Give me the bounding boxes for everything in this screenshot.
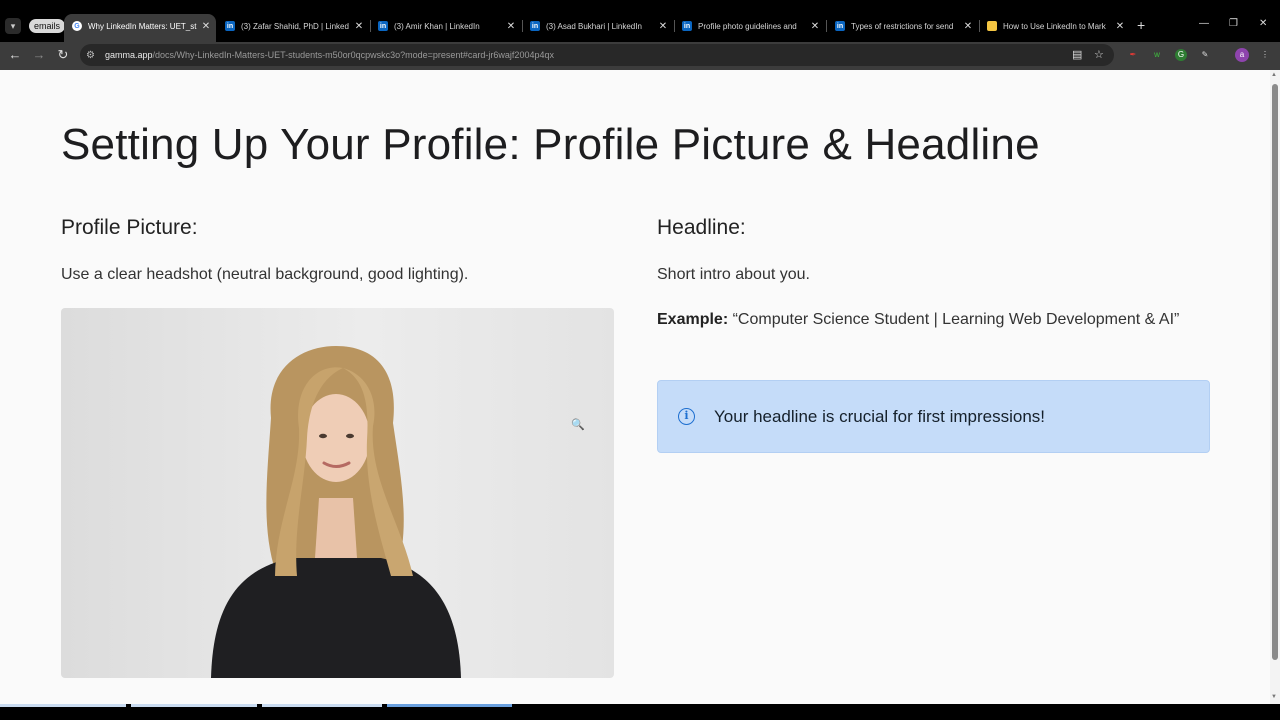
close-icon[interactable]: ✕ [1114, 21, 1126, 32]
tab-title: How to Use LinkedIn to Mark [1003, 21, 1106, 31]
close-icon[interactable]: ✕ [657, 21, 669, 32]
progress-segment[interactable] [262, 704, 382, 707]
tab-separator [979, 20, 980, 32]
tab-group-label[interactable]: emails [29, 19, 66, 33]
zoom-cursor-icon: 🔍 [571, 419, 585, 431]
close-icon[interactable]: ✕ [353, 21, 365, 32]
site-info-icon[interactable]: ⚙ [86, 50, 100, 61]
minimize-icon[interactable]: — [1199, 18, 1209, 29]
bookmark-star-icon[interactable]: ☆ [1094, 48, 1104, 61]
url-host: gamma.app [105, 50, 153, 60]
linkedin-icon: in [530, 21, 540, 31]
tab-strip: ▾ emails G Why LinkedIn Matters: UET_st … [0, 0, 1280, 44]
example-label: Example: [657, 311, 729, 328]
tab-active[interactable]: G Why LinkedIn Matters: UET_st ✕ [64, 14, 216, 44]
address-bar[interactable]: ⚙ gamma.app/docs/Why-LinkedIn-Matters-UE… [80, 44, 1114, 66]
slide-title: Setting Up Your Profile: Profile Picture… [61, 120, 1040, 169]
tab[interactable]: in (3) Amir Khan | LinkedIn ✕ [378, 16, 517, 36]
info-icon: i [678, 408, 695, 425]
tab[interactable]: in (3) Zafar Shahid, PhD | Linked ✕ [225, 16, 365, 36]
browser-toolbar: ← → ↻ ⚙ gamma.app/docs/Why-LinkedIn-Matt… [0, 42, 1280, 70]
restore-icon[interactable]: ❐ [1229, 18, 1238, 29]
progress-segment-active[interactable] [387, 704, 512, 707]
url-path: /docs/Why-LinkedIn-Matters-UET-students-… [152, 50, 554, 60]
scroll-down-icon[interactable]: ▼ [1271, 694, 1277, 700]
tab-separator [674, 20, 675, 32]
profile-picture-text: Use a clear headshot (neutral background… [61, 266, 469, 283]
headshot-photo [61, 308, 614, 678]
tab-search-icon[interactable]: ▾ [5, 18, 21, 34]
tab-title: (3) Amir Khan | LinkedIn [394, 21, 480, 31]
profile-picture-heading: Profile Picture: [61, 216, 198, 239]
scroll-up-icon[interactable]: ▲ [1271, 72, 1277, 78]
extension-w-icon[interactable]: w [1151, 49, 1163, 61]
extension-grammar-icon[interactable]: G [1175, 49, 1187, 61]
slide-progress-bar [0, 704, 1280, 720]
install-app-icon[interactable]: ▤ [1072, 48, 1082, 61]
headline-heading: Headline: [657, 216, 746, 239]
headline-text: Short intro about you. [657, 266, 810, 283]
url-text: gamma.app/docs/Why-LinkedIn-Matters-UET-… [105, 50, 554, 60]
page-scrollbar[interactable]: ▲ ▼ [1270, 70, 1280, 704]
tab[interactable]: in (3) Asad Bukhari | LinkedIn ✕ [530, 16, 669, 36]
close-icon[interactable]: ✕ [505, 21, 517, 32]
progress-segment[interactable] [131, 704, 257, 707]
extensions-puzzle-icon[interactable]: ✎ [1199, 49, 1211, 61]
gamma-icon: G [72, 21, 82, 31]
progress-segment[interactable] [0, 704, 126, 707]
tab[interactable]: How to Use LinkedIn to Mark ✕ [987, 16, 1126, 36]
tab-separator [826, 20, 827, 32]
headline-example: Example: “Computer Science Student | Lea… [657, 306, 1207, 333]
note-icon [987, 21, 997, 31]
linkedin-icon: in [682, 21, 692, 31]
linkedin-icon: in [378, 21, 388, 31]
linkedin-icon: in [835, 21, 845, 31]
close-icon[interactable]: ✕ [809, 21, 821, 32]
back-icon[interactable]: ← [7, 47, 23, 63]
tab[interactable]: in Profile photo guidelines and ✕ [682, 16, 821, 36]
tab-separator [370, 20, 371, 32]
window-close-icon[interactable]: ✕ [1259, 18, 1267, 29]
menu-dots-icon[interactable]: ⋮ [1259, 49, 1271, 61]
headshot-illustration [211, 346, 461, 678]
scrollbar-thumb[interactable] [1272, 84, 1278, 660]
linkedin-icon: in [225, 21, 235, 31]
tab-title: Profile photo guidelines and [698, 21, 797, 31]
forward-icon[interactable]: → [31, 47, 47, 63]
close-icon[interactable]: ✕ [962, 21, 974, 32]
headline-callout: i Your headline is crucial for first imp… [657, 380, 1210, 453]
reload-icon[interactable]: ↻ [55, 47, 71, 63]
slide-page: Setting Up Your Profile: Profile Picture… [0, 70, 1270, 704]
tab-title: Types of restrictions for send [851, 21, 954, 31]
tab[interactable]: in Types of restrictions for send ✕ [835, 16, 974, 36]
close-icon[interactable]: ✕ [200, 21, 212, 32]
tab-title: (3) Asad Bukhari | LinkedIn [546, 21, 642, 31]
callout-message: Your headline is crucial for first impre… [714, 406, 1046, 426]
new-tab-icon[interactable]: + [1137, 17, 1145, 33]
extension-pen-icon[interactable]: ✒ [1127, 49, 1139, 61]
tab-title: Why LinkedIn Matters: UET_st [88, 21, 197, 31]
profile-avatar[interactable]: a [1235, 48, 1249, 62]
tab-title: (3) Zafar Shahid, PhD | Linked [241, 21, 349, 31]
example-text: “Computer Science Student | Learning Web… [728, 311, 1180, 328]
tab-separator [522, 20, 523, 32]
